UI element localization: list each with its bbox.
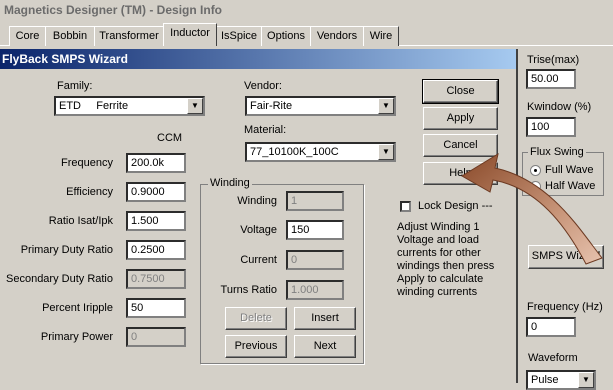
current-label: Current bbox=[240, 254, 277, 266]
frequency-hz-input[interactable]: 0 bbox=[526, 317, 576, 337]
waveform-value: Pulse bbox=[531, 374, 559, 386]
primary-power-label: Primary Power bbox=[40, 331, 113, 343]
frequency-hz-label: Frequency (Hz) bbox=[527, 301, 603, 313]
frequency-input[interactable]: 200.0k bbox=[126, 153, 186, 173]
waveform-label: Waveform bbox=[528, 352, 578, 364]
percent-iripple-label: Percent Iripple bbox=[42, 302, 113, 314]
turns-ratio-label: Turns Ratio bbox=[220, 284, 277, 296]
vendor-label: Vendor: bbox=[244, 80, 282, 92]
family-value: ETD Ferrite bbox=[59, 100, 129, 112]
vendor-select[interactable]: Fair-Rite ▼ bbox=[245, 96, 396, 116]
voltage-input[interactable]: 150 bbox=[286, 220, 344, 240]
annotation-arrow-icon bbox=[461, 152, 603, 265]
next-button[interactable]: Next bbox=[294, 335, 356, 358]
primary-power-input: 0 bbox=[126, 327, 186, 347]
chevron-down-icon[interactable]: ▼ bbox=[378, 144, 394, 160]
kwindow-input[interactable]: 100 bbox=[526, 117, 576, 137]
family-label: Family: bbox=[57, 80, 93, 92]
winding-label: Winding bbox=[237, 195, 277, 207]
primary-duty-ratio-input[interactable]: 0.2500 bbox=[126, 240, 186, 260]
tab-inductor[interactable]: Inductor bbox=[163, 23, 217, 46]
tab-isspice[interactable]: IsSpice bbox=[216, 26, 262, 46]
tab-vendors[interactable]: Vendors bbox=[310, 26, 364, 46]
trise-label: Trise(max) bbox=[527, 54, 580, 66]
tab-transformer[interactable]: Transformer bbox=[94, 26, 164, 46]
winding-number-input: 1 bbox=[286, 191, 344, 211]
primary-duty-ratio-label: Primary Duty Ratio bbox=[20, 244, 113, 256]
tab-core[interactable]: Core bbox=[9, 26, 46, 46]
ratio-isat-ipk-label: Ratio Isat/Ipk bbox=[48, 215, 113, 227]
efficiency-input[interactable]: 0.9000 bbox=[126, 182, 186, 202]
frequency-label: Frequency bbox=[61, 157, 113, 169]
tab-options[interactable]: Options bbox=[261, 26, 311, 46]
chevron-down-icon[interactable]: ▼ bbox=[378, 98, 394, 114]
insert-button[interactable]: Insert bbox=[294, 307, 356, 330]
chevron-down-icon[interactable]: ▼ bbox=[578, 372, 594, 388]
close-button[interactable]: Close bbox=[422, 79, 499, 104]
secondary-duty-ratio-input: 0.7500 bbox=[126, 269, 186, 289]
previous-button[interactable]: Previous bbox=[225, 335, 287, 358]
chevron-down-icon[interactable]: ▼ bbox=[187, 98, 203, 114]
material-label: Material: bbox=[244, 124, 287, 136]
ratio-isat-ipk-input[interactable]: 1.500 bbox=[126, 211, 186, 231]
turns-ratio-input: 1.000 bbox=[286, 280, 344, 300]
secondary-duty-ratio-label: Secondary Duty Ratio bbox=[6, 273, 113, 285]
current-input: 0 bbox=[286, 250, 344, 270]
material-value: 77_10100K_100C bbox=[250, 146, 339, 158]
dialog-titlebar[interactable]: FlyBack SMPS Wizard bbox=[0, 49, 516, 69]
family-select[interactable]: ETD Ferrite ▼ bbox=[54, 96, 205, 116]
ccm-label: CCM bbox=[157, 132, 183, 144]
voltage-label: Voltage bbox=[240, 224, 277, 236]
tab-wire[interactable]: Wire bbox=[363, 26, 399, 46]
vendor-value: Fair-Rite bbox=[250, 100, 293, 112]
main-window-title: Magnetics Designer (TM) - Design Info bbox=[4, 3, 223, 17]
delete-button[interactable]: Delete bbox=[225, 307, 287, 330]
arrow-shape bbox=[461, 152, 603, 265]
apply-button[interactable]: Apply bbox=[423, 107, 498, 130]
percent-iripple-input[interactable]: 50 bbox=[126, 298, 186, 318]
efficiency-label: Efficiency bbox=[66, 186, 113, 198]
tab-bobbin[interactable]: Bobbin bbox=[45, 26, 95, 46]
main-window-titlebar: Magnetics Designer (TM) - Design Info bbox=[0, 0, 613, 22]
dialog-title: FlyBack SMPS Wizard bbox=[2, 52, 128, 66]
trise-input[interactable]: 50.00 bbox=[526, 69, 576, 89]
waveform-select[interactable]: Pulse ▼ bbox=[526, 370, 596, 390]
winding-group-label: Winding bbox=[208, 177, 252, 189]
kwindow-label: Kwindow (%) bbox=[527, 101, 592, 113]
material-select[interactable]: 77_10100K_100C ▼ bbox=[245, 142, 396, 162]
